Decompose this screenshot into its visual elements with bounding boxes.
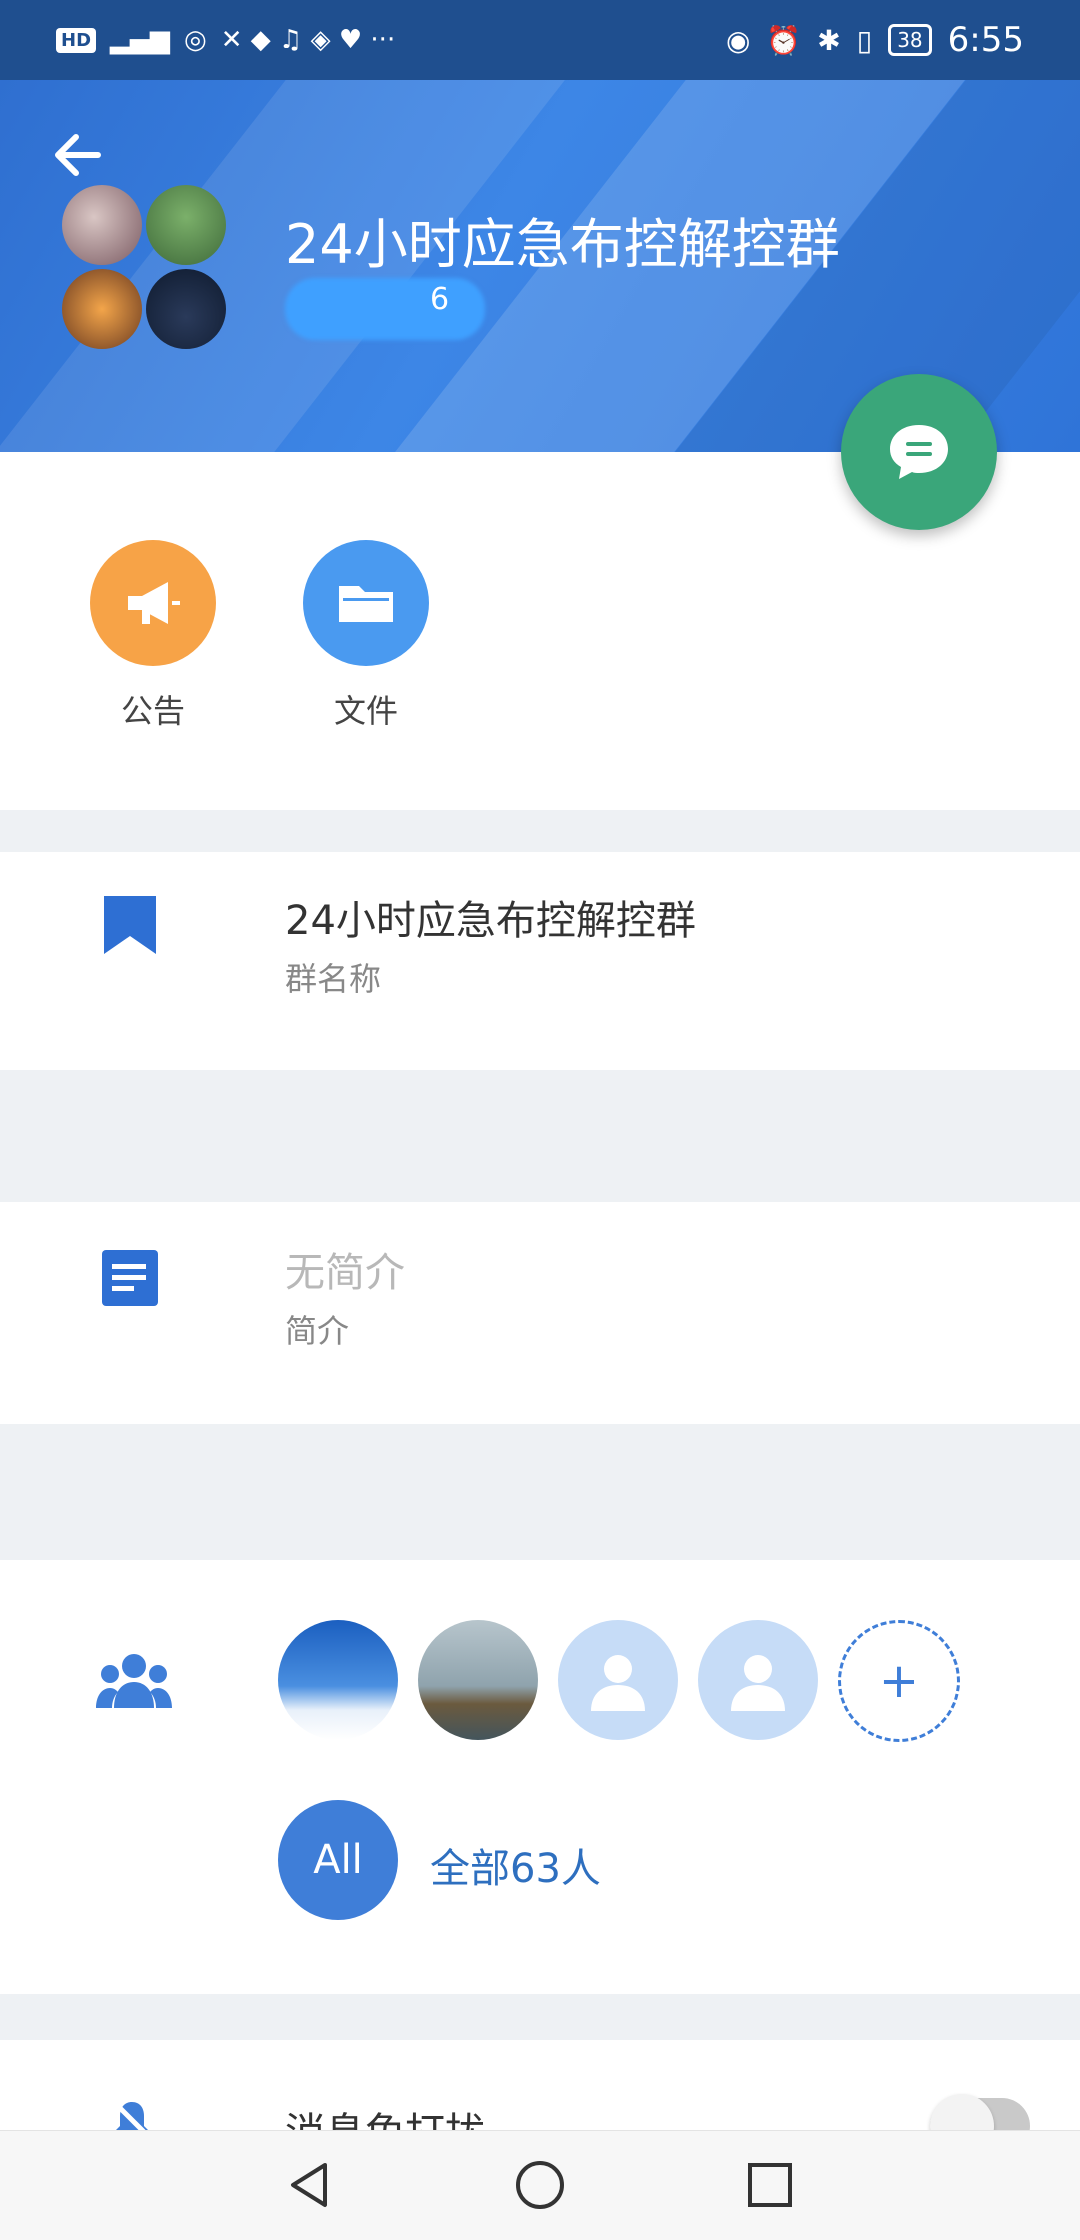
bluetooth-icon: ✱ (817, 23, 841, 57)
member-avatar[interactable] (698, 1620, 818, 1740)
section-divider (0, 1994, 1080, 2040)
plus-icon: + (878, 1653, 920, 1709)
add-member-button[interactable]: + (838, 1620, 960, 1742)
bookmark-icon (104, 896, 156, 954)
dnd-label: 消息免打扰 (285, 2100, 485, 2130)
person-icon (731, 1655, 785, 1711)
status-right: ◉ ⏰ ✱ ▯ 38 6:55 (726, 18, 1024, 62)
folder-icon (303, 540, 429, 666)
document-icon (102, 1250, 158, 1306)
eye-icon: ◉ (725, 23, 751, 57)
hotspot-icon: ◎ (184, 25, 207, 55)
circle-home-icon (516, 2161, 564, 2209)
group-id-fragment: 6 (430, 282, 450, 317)
clock: 6:55 (947, 20, 1024, 60)
dnd-row[interactable]: 消息免打扰 (0, 2040, 1080, 2130)
square-recents-icon (748, 2163, 792, 2207)
system-nav-bar (0, 2130, 1080, 2240)
vibrate-icon: ▯ (856, 23, 873, 57)
intro-value: 无简介 (285, 1250, 405, 1296)
member-avatar[interactable] (278, 1620, 398, 1740)
chat-bubble-icon (890, 425, 948, 479)
section-divider (0, 810, 1080, 852)
all-members-link[interactable]: 全部63人 (430, 1836, 601, 1894)
megaphone-icon (90, 540, 216, 666)
mute-icon (112, 2100, 148, 2130)
member-thumb (146, 269, 226, 349)
back-button[interactable] (48, 125, 108, 185)
nav-home-button[interactable] (510, 2155, 570, 2215)
back-arrow-icon (55, 134, 101, 176)
announcement-label: 公告 (120, 692, 185, 730)
member-thumb (62, 185, 142, 265)
intro-label: 简介 (285, 1312, 350, 1350)
status-bar: HD ▂▄▆ ◎ ✕ ◆ ♫ ◈ ♥ ··· ◉ ⏰ ✱ ▯ 38 6:55 (0, 0, 1080, 80)
all-members-button[interactable]: All (278, 1800, 398, 1920)
files-button[interactable]: 文件 (301, 540, 431, 732)
page-title: 24小时应急布控解控群 (285, 213, 840, 276)
status-left: HD ▂▄▆ ◎ ✕ ◆ ♫ ◈ ♥ ··· (56, 18, 395, 62)
group-name-row[interactable] (0, 852, 1080, 1070)
files-label: 文件 (333, 692, 398, 730)
nav-back-button[interactable] (280, 2155, 340, 2215)
member-avatar[interactable] (418, 1620, 538, 1740)
notification-icons: ✕ ◆ ♫ ◈ ♥ ··· (220, 25, 396, 55)
member-avatar[interactable] (558, 1620, 678, 1740)
redacted-id (285, 278, 485, 340)
group-name-value: 24小时应急布控解控群 (285, 898, 696, 944)
group-name-label: 群名称 (285, 960, 382, 998)
members-icon (96, 1654, 172, 1708)
triangle-back-icon (291, 2163, 327, 2207)
alarm-icon: ⏰ (766, 23, 802, 57)
intro-row[interactable] (0, 1202, 1080, 1424)
signal-icon: ▂▄▆ (110, 25, 171, 55)
group-avatar (62, 185, 226, 349)
announcement-button[interactable]: 公告 (88, 540, 218, 732)
person-icon (591, 1655, 645, 1711)
member-thumb (62, 269, 142, 349)
section-divider (0, 1070, 1080, 1202)
toggle-knob (930, 2094, 994, 2130)
chat-button[interactable] (841, 374, 997, 530)
hd-badge: HD (56, 27, 97, 53)
all-label: All (313, 1837, 363, 1883)
section-divider (0, 1424, 1080, 1560)
nav-recents-button[interactable] (740, 2155, 800, 2215)
battery-indicator: 38 (888, 24, 932, 56)
member-thumb (146, 185, 226, 265)
dnd-toggle[interactable] (930, 2094, 1030, 2130)
